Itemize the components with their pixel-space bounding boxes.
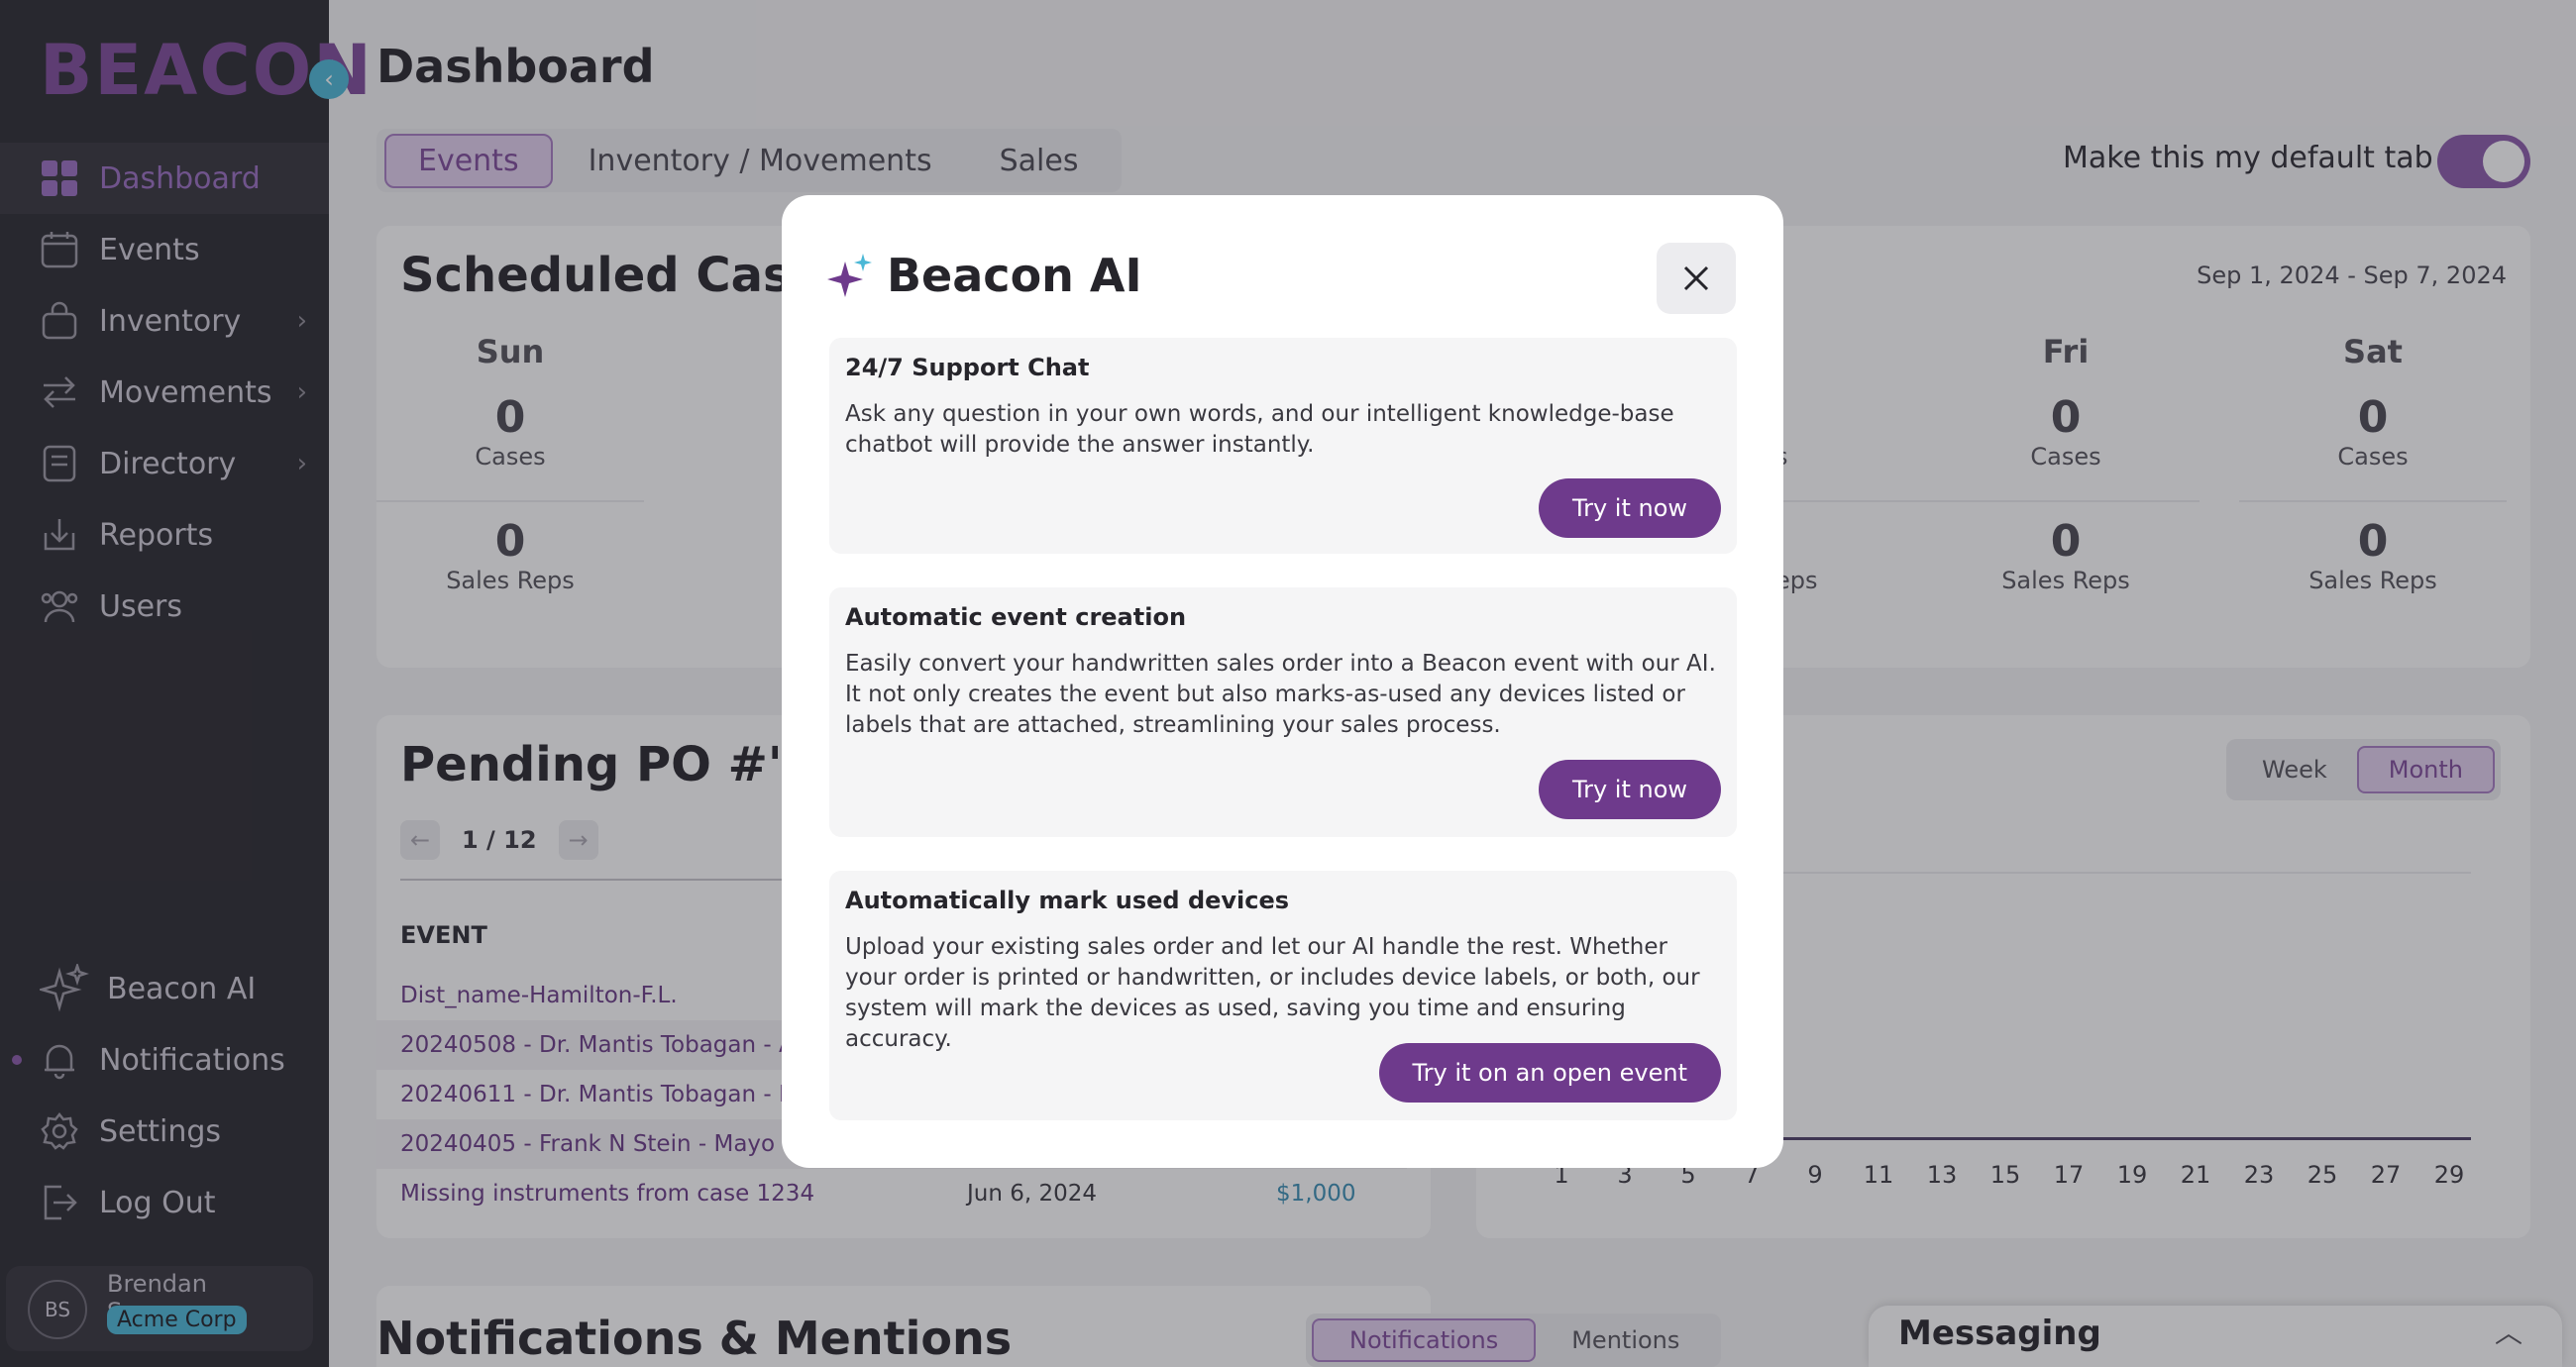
- feature-mark-used-devices: Automatically mark used devices Upload y…: [829, 871, 1737, 1120]
- feature-description: Upload your existing sales order and let…: [845, 934, 1700, 1052]
- close-button[interactable]: [1657, 243, 1736, 314]
- close-icon: [1683, 265, 1709, 291]
- try-support-chat-button[interactable]: Try it now: [1538, 478, 1721, 538]
- feature-event-creation: Automatic event creation Easily convert …: [829, 587, 1737, 837]
- feature-description: Ask any question in your own words, and …: [845, 401, 1674, 458]
- modal-title-text: Beacon AI: [887, 249, 1142, 302]
- try-on-open-event-button[interactable]: Try it on an open event: [1378, 1043, 1721, 1103]
- feature-title: 24/7 Support Chat: [845, 354, 1090, 381]
- beacon-ai-modal: Beacon AI 24/7 Support Chat Ask any ques…: [782, 195, 1783, 1168]
- feature-support-chat: 24/7 Support Chat Ask any question in yo…: [829, 338, 1737, 554]
- feature-title: Automatically mark used devices: [845, 887, 1290, 914]
- feature-title: Automatic event creation: [845, 603, 1187, 631]
- modal-title: Beacon AI: [827, 249, 1142, 302]
- try-event-creation-button[interactable]: Try it now: [1538, 760, 1721, 819]
- sparkle-icon: [827, 252, 875, 299]
- feature-description: Easily convert your handwritten sales or…: [845, 651, 1716, 738]
